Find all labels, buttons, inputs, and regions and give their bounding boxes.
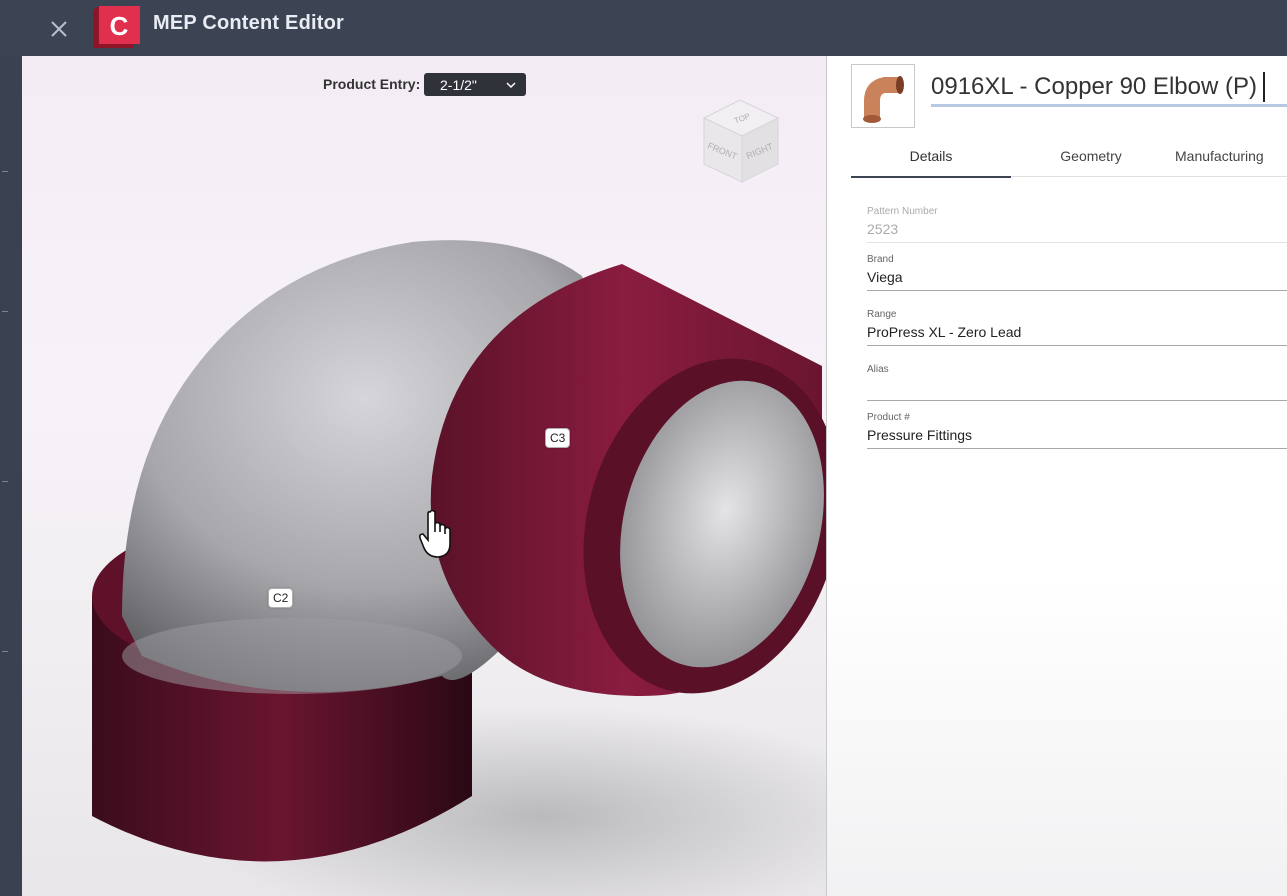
tab-details[interactable]: Details [851,136,1011,178]
text-caret [1263,72,1265,102]
field-label: Brand [867,254,894,265]
details-panel: Details Geometry Manufacturing Pattern N… [826,56,1287,896]
connector-label-c2[interactable]: C2 [268,588,294,608]
panel-tabs: Details Geometry Manufacturing [851,136,1287,178]
strip-tick [2,171,8,172]
product-thumbnail[interactable] [851,64,915,128]
viewcube-icon[interactable]: TOP FRONT RIGHT [700,96,784,186]
field-label: Pattern Number [867,206,938,217]
model-viewport[interactable]: Product Entry: 2-1/2" TOP FRONT RIGHT C3… [22,56,826,896]
field-label: Range [867,309,897,320]
title-bar: C MEP Content Editor [0,0,1287,57]
product-title-input[interactable] [931,70,1287,107]
connector-label-c3[interactable]: C3 [545,428,571,448]
product-entry-select[interactable]: 2-1/2" [424,73,526,96]
field-value: 2523 [867,221,1287,243]
close-icon[interactable] [46,16,72,42]
field-product-number[interactable]: Product # Pressure Fittings [867,412,1287,449]
field-value[interactable]: Pressure Fittings [867,427,1287,449]
app-logo-letter: C [110,11,129,41]
tab-manufacturing[interactable]: Manufacturing [1171,136,1287,176]
chevron-down-icon [506,81,516,88]
hand-cursor-icon [419,509,451,558]
product-entry-label: Product Entry: [323,76,421,92]
strip-tick [2,651,8,652]
field-value[interactable]: ProPress XL - Zero Lead [867,324,1287,346]
strip-tick [2,311,8,312]
product-entry-value: 2-1/2" [440,76,477,93]
tab-geometry[interactable]: Geometry [1011,136,1171,176]
app-title: MEP Content Editor [153,12,345,34]
field-value[interactable]: Viega [867,269,1287,291]
left-strip [0,56,22,896]
strip-tick [2,481,8,482]
field-alias[interactable]: Alias [867,364,1287,401]
field-label: Alias [867,364,889,375]
field-range[interactable]: Range ProPress XL - Zero Lead [867,309,1287,346]
field-brand[interactable]: Brand Viega [867,254,1287,291]
panel-background-fade [827,576,1287,896]
field-value[interactable] [867,379,1287,401]
field-pattern-number: Pattern Number 2523 [867,206,1287,243]
field-label: Product # [867,412,910,423]
app-logo-icon: C [93,6,140,48]
